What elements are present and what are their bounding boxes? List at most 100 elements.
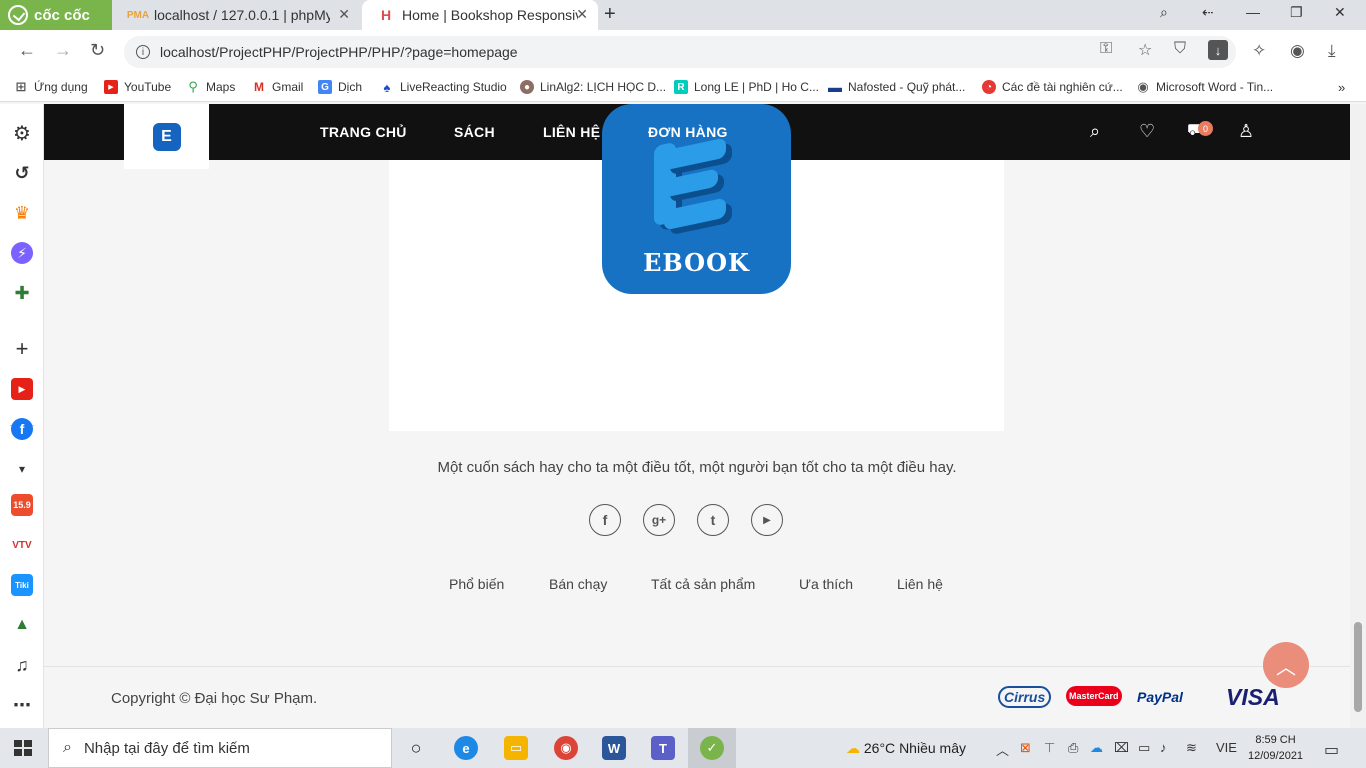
footer-link-popular[interactable]: Phổ biến <box>449 576 504 592</box>
key-icon[interactable]: ⚿ <box>1100 40 1112 58</box>
footer-link-bestseller[interactable]: Bán chạy <box>549 576 607 592</box>
bookmark-research-topics[interactable]: ◔ Các đề tài nghiên cứ... <box>982 80 1123 94</box>
bookmark-translate[interactable]: G Dịch <box>318 80 362 94</box>
download-arrow-icon[interactable]: ↓ <box>1208 40 1228 60</box>
search-icon[interactable]: ⌕ <box>1090 121 1100 142</box>
close-icon[interactable]: ✕ <box>576 6 588 23</box>
bookmark-word[interactable]: ◉ Microsoft Word - Tin... <box>1136 79 1273 94</box>
wifi-icon[interactable]: ≋ <box>1186 740 1197 756</box>
search-tabs-icon[interactable]: ⌕ <box>1160 4 1168 21</box>
close-icon[interactable]: ✕ <box>338 6 350 23</box>
bookmark-label: Long LE | PhD | Ho C... <box>694 80 819 94</box>
search-icon: ⌕ <box>63 739 72 756</box>
page-scrollbar[interactable] <box>1350 104 1366 728</box>
mastercard-logo-icon: MasterCard <box>1066 686 1122 706</box>
settings-gear-icon[interactable]: ⚙ <box>11 122 33 145</box>
browser-sidebar: ⚙ ↺ ♛ ⚡ ✚ + ▶ f ▾ 15.9 VTV Tiki ▲ ♫ ⋯ <box>0 104 44 728</box>
taskbar-search-input[interactable]: ⌕ Nhập tại đây để tìm kiếm <box>48 728 392 768</box>
scroll-to-top-button[interactable]: ︿ <box>1263 642 1309 688</box>
youtube-icon[interactable]: ▶ <box>751 504 783 536</box>
site-info-icon[interactable]: i <box>136 45 150 59</box>
browser-tab-bar: cốc cốc PMA localhost / 127.0.0.1 | phpM… <box>0 0 1366 30</box>
footer-link-all-products[interactable]: Tất cả sản phẩm <box>651 576 755 592</box>
facebook-icon[interactable]: f <box>589 504 621 536</box>
taskbar-clock[interactable]: 8:59 CH 12/09/2021 <box>1248 732 1303 764</box>
graduation-hat-icon[interactable]: ▲ <box>11 614 33 636</box>
nav-orders[interactable]: ĐƠN HÀNG <box>648 124 728 140</box>
nav-books[interactable]: SÁCH <box>454 124 495 140</box>
add-icon[interactable]: + <box>11 336 33 361</box>
tab-title: localhost / 127.0.0.1 | phpMy <box>154 7 330 23</box>
nav-contact[interactable]: LIÊN HỆ <box>543 124 600 140</box>
meet-now-icon[interactable]: ⎙ <box>1068 740 1078 756</box>
download-icon[interactable]: ▾ <box>11 458 33 480</box>
tumblr-icon[interactable]: t <box>697 504 729 536</box>
footer-link-favorites[interactable]: Ưa thích <box>799 576 853 592</box>
weather-widget[interactable]: ☁ 26°C Nhiều mây <box>846 740 966 757</box>
downloads-icon[interactable]: ⤓ <box>1328 41 1336 61</box>
xampp-icon[interactable]: ⊠ <box>1020 740 1031 756</box>
teams-tray-icon[interactable]: ⊤ <box>1044 740 1055 756</box>
tab-bookshop[interactable]: H Home | Bookshop Responsive ✕ <box>362 0 598 30</box>
bookmark-gmail[interactable]: M Gmail <box>252 80 303 94</box>
close-window-icon[interactable]: ✕ <box>1334 4 1346 21</box>
coccoc-icon[interactable]: ✓ <box>700 736 724 760</box>
file-explorer-icon[interactable]: ▭ <box>504 736 528 760</box>
edge-icon[interactable]: e <box>454 736 478 760</box>
facebook-icon[interactable]: f <box>11 418 33 440</box>
battery-icon[interactable]: ▭ <box>1138 740 1150 756</box>
tab-phpmyadmin[interactable]: PMA localhost / 127.0.0.1 | phpMy ✕ <box>114 0 360 30</box>
youtube-icon[interactable]: ▶ <box>11 378 33 400</box>
bookmark-linalg[interactable]: ● LinAlg2: LỊCH HỌC D... <box>520 80 666 94</box>
restore-icon[interactable]: ❐ <box>1290 4 1303 21</box>
windows-start-icon[interactable] <box>14 740 32 756</box>
word-icon[interactable]: W <box>602 736 626 760</box>
reload-icon[interactable]: ↻ <box>90 40 105 61</box>
profile-icon[interactable]: ◉ <box>1290 41 1305 61</box>
forward-icon[interactable]: → <box>54 40 72 61</box>
more-bookmarks-icon[interactable]: » <box>1338 80 1345 95</box>
bookmark-apps[interactable]: ⊞ Ứng dụng <box>14 79 88 94</box>
scrollbar-thumb[interactable] <box>1354 622 1362 712</box>
site-logo[interactable]: E <box>124 104 209 169</box>
input-language[interactable]: VIE <box>1216 740 1237 755</box>
onedrive-icon[interactable]: ☁ <box>1090 740 1103 756</box>
shopee-icon[interactable]: 15.9 <box>11 494 33 516</box>
gamepad-icon[interactable]: ✚ <box>11 282 33 304</box>
network-icon[interactable]: ⌧ <box>1114 740 1129 756</box>
bookmarks-bar: ⊞ Ứng dụng ▶ YouTube ⚲ Maps M Gmail G Dị… <box>0 74 1366 102</box>
google-plus-icon[interactable]: g+ <box>643 504 675 536</box>
show-hidden-icons-icon[interactable]: ︿ <box>996 740 1009 759</box>
bookmark-star-icon[interactable]: ☆ <box>1138 40 1152 60</box>
back-arrow-icon[interactable]: ⇠ <box>1202 4 1214 21</box>
task-view-icon[interactable]: ○ <box>404 736 428 760</box>
crown-icon[interactable]: ♛ <box>11 202 33 224</box>
footer-link-contact[interactable]: Liên hệ <box>897 576 943 592</box>
messenger-icon[interactable]: ⚡ <box>11 242 33 264</box>
footer-tagline: Một cuốn sách hay cho ta một điều tốt, m… <box>437 459 957 476</box>
bookmark-youtube[interactable]: ▶ YouTube <box>104 80 171 94</box>
history-icon[interactable]: ↺ <box>11 162 33 184</box>
url-omnibox[interactable]: i localhost/ProjectPHP/ProjectPHP/PHP/?p… <box>124 36 1236 68</box>
tiki-icon[interactable]: Tiki <box>11 574 33 596</box>
browser-brand-button[interactable]: cốc cốc <box>0 0 112 30</box>
minimize-icon[interactable]: — <box>1246 4 1260 20</box>
bookmark-maps[interactable]: ⚲ Maps <box>186 79 235 94</box>
volume-icon[interactable]: ♪ <box>1160 740 1167 755</box>
notification-bell-icon[interactable]: ♫ <box>11 654 33 676</box>
chrome-icon[interactable]: ◉ <box>554 736 578 760</box>
more-dots-icon[interactable]: ⋯ <box>11 694 33 716</box>
vtv-icon[interactable]: VTV <box>11 534 33 556</box>
nav-home[interactable]: TRANG CHỦ <box>320 124 407 140</box>
notification-center-icon[interactable]: ▭ <box>1324 740 1339 760</box>
new-tab-plus-icon[interactable]: + <box>604 3 616 26</box>
user-icon[interactable]: ♙ <box>1238 121 1254 142</box>
extensions-icon[interactable]: ✧ <box>1252 41 1266 61</box>
shield-icon[interactable]: ⛉ <box>1174 40 1186 58</box>
bookmark-livereacting[interactable]: ♠ LiveReacting Studio <box>380 80 507 95</box>
bookmark-researchgate[interactable]: R Long LE | PhD | Ho C... <box>674 80 819 94</box>
back-icon[interactable]: ← <box>18 40 36 61</box>
heart-icon[interactable]: ♡ <box>1139 121 1155 142</box>
bookmark-nafosted[interactable]: ▬ Nafosted - Quỹ phát... <box>828 79 965 95</box>
teams-icon[interactable]: T <box>651 736 675 760</box>
